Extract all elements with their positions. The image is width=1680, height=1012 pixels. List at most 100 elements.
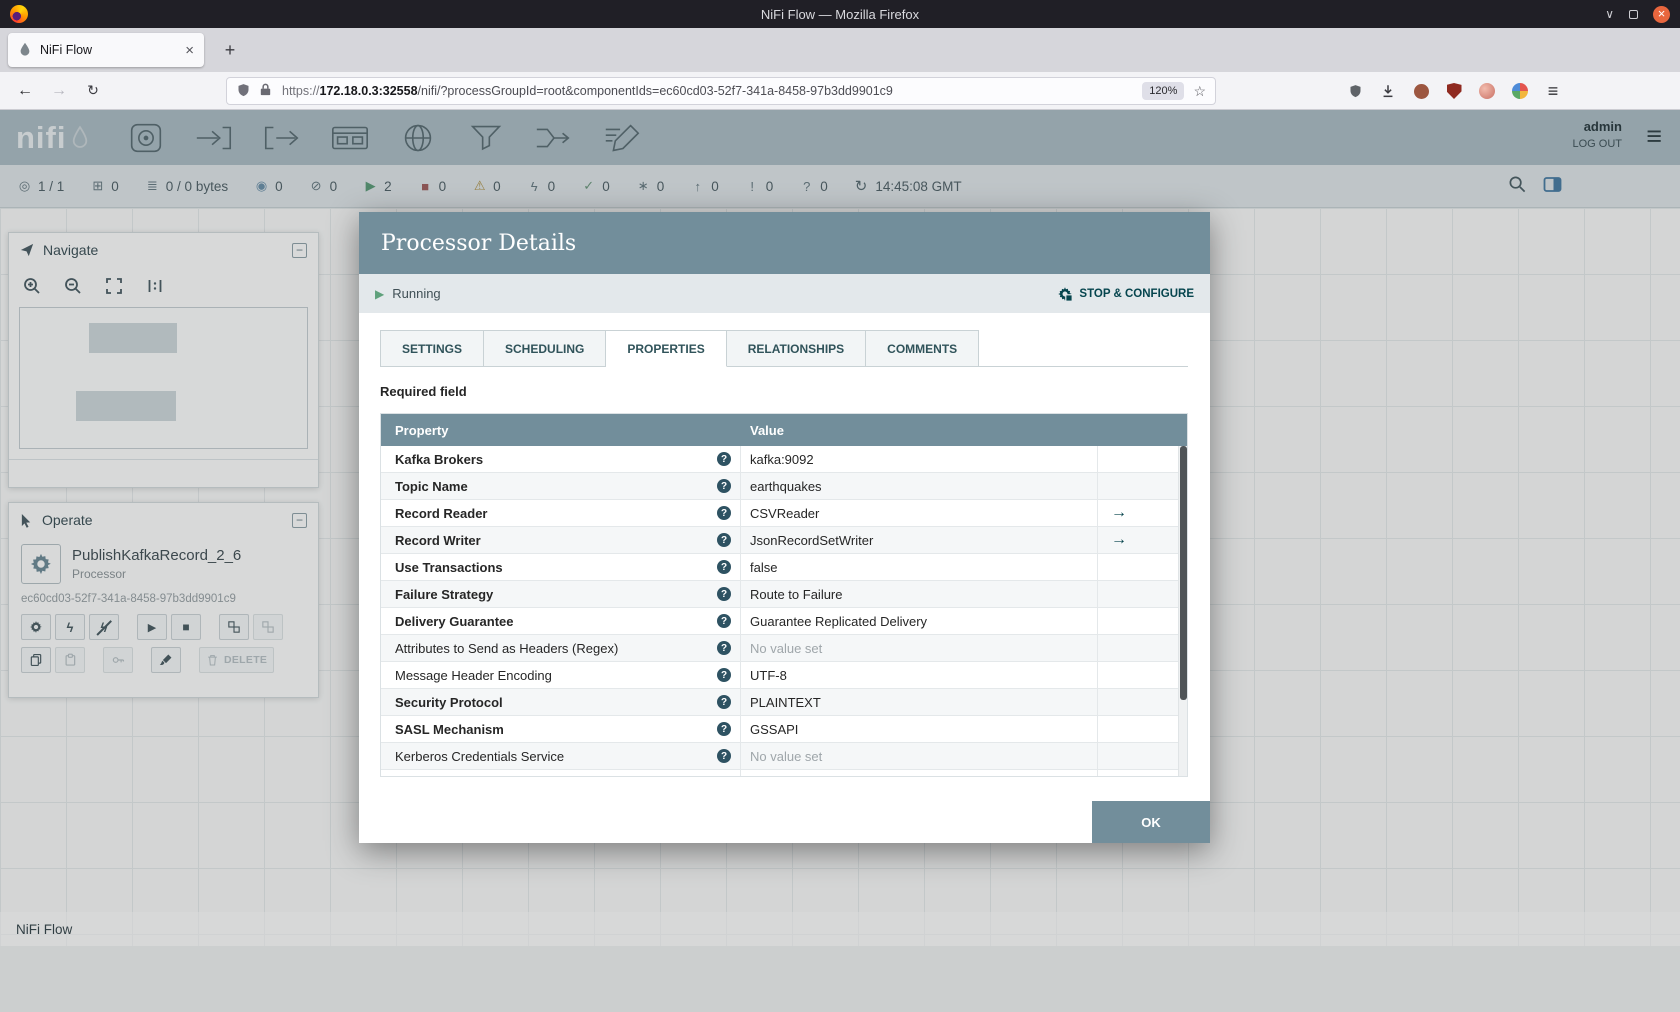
property-value[interactable]: kafka:9092 bbox=[750, 452, 814, 467]
property-value[interactable]: No value set bbox=[750, 641, 822, 656]
nifi-app: nifi admin LOG OUT ≡ ◎ 1 / 1 ⊞ 0 ≣ 0 / 0… bbox=[0, 110, 1680, 1012]
value-column-header: Value bbox=[750, 422, 784, 438]
screen: NiFi Flow — Mozilla Firefox NiFi Flow bbox=[0, 0, 1680, 1012]
dialog-tab[interactable]: SETTINGS bbox=[380, 330, 485, 366]
property-row[interactable]: Use Transactions false bbox=[381, 554, 1187, 581]
url-text: https:// 172.18.0.3:32558 /nifi/?process… bbox=[282, 84, 1134, 98]
tab-close-icon[interactable] bbox=[185, 42, 194, 59]
window-minimize-icon[interactable] bbox=[1605, 7, 1614, 21]
browser-menu-icon[interactable] bbox=[1544, 82, 1562, 100]
running-status-label: Running bbox=[392, 286, 441, 301]
property-row[interactable]: Failure Strategy Route to Failure bbox=[381, 581, 1187, 608]
property-column-header: Property bbox=[395, 422, 449, 438]
extension-icon[interactable] bbox=[1412, 82, 1430, 100]
stop-configure-label: STOP & CONFIGURE bbox=[1079, 287, 1194, 300]
dialog-header: Processor Details bbox=[359, 212, 1210, 274]
table-scrollbar[interactable] bbox=[1178, 446, 1187, 776]
processor-details-dialog: Processor Details Running STOP & CONFIGU… bbox=[359, 212, 1210, 843]
stop-and-configure-button[interactable]: STOP & CONFIGURE bbox=[1057, 286, 1194, 302]
permissions-shield-icon[interactable] bbox=[1346, 82, 1364, 100]
dialog-title: Processor Details bbox=[381, 230, 577, 256]
new-tab-button[interactable] bbox=[216, 36, 244, 64]
go-to-service-icon[interactable] bbox=[1111, 531, 1127, 549]
property-row[interactable]: Attributes to Send as Headers (Regex) No… bbox=[381, 635, 1187, 662]
property-row[interactable]: SASL Mechanism GSSAPI bbox=[381, 716, 1187, 743]
property-row[interactable]: Security Protocol PLAINTEXT bbox=[381, 689, 1187, 716]
property-value[interactable]: GSSAPI bbox=[750, 722, 798, 737]
property-name: Failure Strategy bbox=[395, 586, 494, 602]
forward-button[interactable] bbox=[42, 82, 76, 100]
toolbar-icons bbox=[1346, 72, 1562, 110]
property-value[interactable]: UTF-8 bbox=[750, 668, 787, 683]
property-value[interactable]: No value set bbox=[750, 749, 822, 764]
property-value[interactable]: PLAINTEXT bbox=[750, 695, 821, 710]
property-name: Delivery Guarantee bbox=[395, 613, 514, 629]
zoom-indicator[interactable]: 120% bbox=[1142, 82, 1185, 100]
reload-button[interactable] bbox=[76, 82, 110, 99]
property-row[interactable]: Record Writer JsonRecordSetWriter bbox=[381, 527, 1187, 554]
help-icon[interactable] bbox=[717, 641, 731, 655]
property-value[interactable]: CSVReader bbox=[750, 506, 819, 521]
profile-avatar[interactable] bbox=[1478, 82, 1496, 100]
property-row[interactable]: Kerberos Credentials Service No value se… bbox=[381, 743, 1187, 770]
help-icon[interactable] bbox=[717, 695, 731, 709]
properties-table: Property Value Kafka Brokers ? kafka:909… bbox=[380, 413, 1188, 777]
tracking-shield-icon[interactable] bbox=[236, 82, 251, 101]
help-icon[interactable] bbox=[717, 614, 731, 628]
property-row[interactable]: Topic Name earthquakes bbox=[381, 473, 1187, 500]
window-maximize-icon[interactable] bbox=[1629, 9, 1638, 19]
help-icon[interactable] bbox=[717, 749, 731, 763]
bookmark-star-icon[interactable] bbox=[1193, 83, 1206, 100]
dialog-body: SETTINGS SCHEDULING PROPERTIES RELATIONS… bbox=[359, 313, 1210, 843]
property-name: Topic Name bbox=[395, 478, 468, 494]
downloads-icon[interactable] bbox=[1379, 82, 1397, 100]
help-icon[interactable] bbox=[717, 452, 731, 466]
window-titlebar[interactable]: NiFi Flow — Mozilla Firefox bbox=[0, 0, 1680, 28]
url-protocol: https:// bbox=[282, 84, 320, 98]
property-name: Message Header Encoding bbox=[395, 667, 552, 683]
window-controls bbox=[1605, 0, 1670, 28]
property-value[interactable]: Guarantee Replicated Delivery bbox=[750, 614, 927, 629]
browser-tab[interactable]: NiFi Flow bbox=[8, 33, 204, 67]
help-icon[interactable] bbox=[717, 479, 731, 493]
property-name: Record Writer bbox=[395, 532, 481, 548]
property-row[interactable] bbox=[381, 770, 1187, 777]
dialog-tab[interactable]: SCHEDULING bbox=[484, 330, 607, 366]
go-to-service-icon[interactable] bbox=[1111, 504, 1127, 522]
property-row[interactable]: Message Header Encoding UTF-8 bbox=[381, 662, 1187, 689]
help-icon[interactable] bbox=[717, 722, 731, 736]
extensions-pinwheel-icon[interactable] bbox=[1511, 82, 1529, 100]
table-scrollbar-thumb[interactable] bbox=[1180, 446, 1187, 701]
back-button[interactable] bbox=[8, 82, 42, 100]
url-bar[interactable]: https:// 172.18.0.3:32558 /nifi/?process… bbox=[226, 77, 1216, 105]
dialog-tab[interactable]: COMMENTS bbox=[866, 330, 980, 366]
properties-table-body: Kafka Brokers kafka:9092 bbox=[381, 446, 1187, 777]
property-value[interactable]: Route to Failure bbox=[750, 587, 843, 602]
dialog-tab[interactable]: PROPERTIES bbox=[606, 330, 727, 367]
dialog-tab-label: PROPERTIES bbox=[627, 341, 705, 356]
lock-icon[interactable] bbox=[258, 82, 273, 100]
help-icon[interactable] bbox=[717, 560, 731, 574]
dialog-tab-label: SETTINGS bbox=[402, 341, 463, 356]
property-value[interactable]: JsonRecordSetWriter bbox=[750, 533, 873, 548]
property-row[interactable]: Delivery Guarantee Guarantee Replicated … bbox=[381, 608, 1187, 635]
dialog-tabs: SETTINGS SCHEDULING PROPERTIES RELATIONS… bbox=[380, 330, 1188, 367]
help-icon[interactable] bbox=[717, 533, 731, 547]
help-icon[interactable] bbox=[717, 776, 731, 777]
window-close-icon[interactable] bbox=[1653, 5, 1670, 23]
property-row[interactable]: Kafka Brokers kafka:9092 bbox=[381, 446, 1187, 473]
property-value[interactable]: false bbox=[750, 560, 777, 575]
property-value[interactable]: earthquakes bbox=[750, 479, 822, 494]
properties-table-header: Property Value bbox=[381, 414, 1187, 446]
dialog-tab-label: SCHEDULING bbox=[505, 341, 585, 356]
property-name: SASL Mechanism bbox=[395, 721, 504, 737]
dialog-status-strip: Running STOP & CONFIGURE bbox=[359, 274, 1210, 313]
browser-tabbar: NiFi Flow bbox=[0, 28, 1680, 72]
dialog-tab[interactable]: RELATIONSHIPS bbox=[726, 330, 867, 366]
help-icon[interactable] bbox=[717, 668, 731, 682]
ok-button[interactable]: OK bbox=[1092, 801, 1210, 843]
ublock-icon[interactable] bbox=[1445, 82, 1463, 100]
property-row[interactable]: Record Reader CSVReader bbox=[381, 500, 1187, 527]
help-icon[interactable] bbox=[717, 506, 731, 520]
help-icon[interactable] bbox=[717, 587, 731, 601]
